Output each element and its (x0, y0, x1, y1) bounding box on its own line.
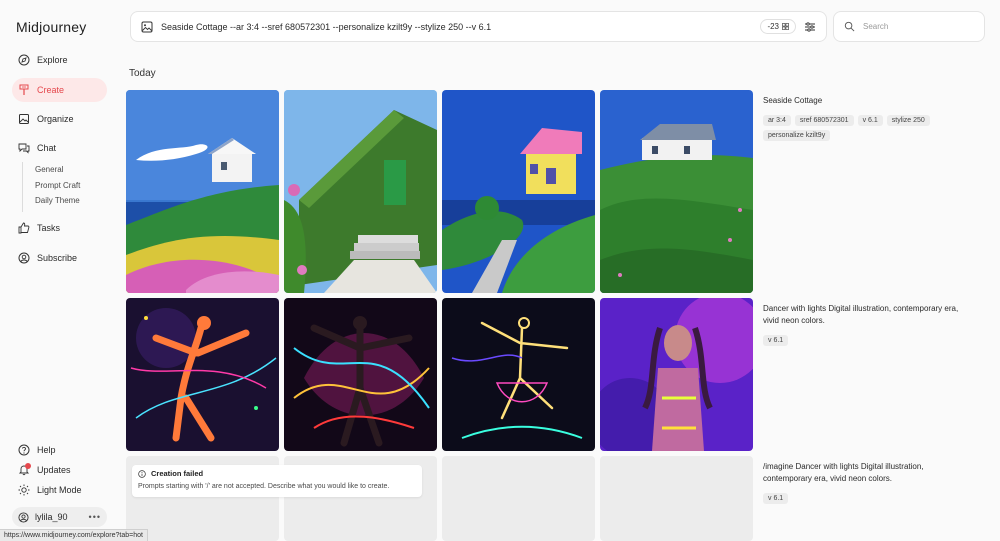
tag[interactable]: ar 3:4 (763, 115, 791, 126)
cottage-image (442, 90, 595, 293)
tag-list: v 6.1 (763, 335, 963, 346)
tag[interactable]: personalize kzilt9y (763, 130, 831, 141)
error-message: Prompts starting with '/' are not accept… (138, 483, 390, 490)
nav-tasks-label: Tasks (37, 223, 61, 233)
tag-list: v 6.1 (763, 493, 963, 504)
tag[interactable]: v 6.1 (763, 493, 789, 504)
nav-chat-label: Chat (37, 143, 57, 153)
nav-subscribe[interactable]: Subscribe (12, 246, 107, 270)
search-box[interactable] (833, 11, 985, 42)
nav-light-mode-label: Light Mode (37, 485, 82, 495)
row-title[interactable]: Seaside Cottage (763, 95, 963, 107)
chat-sub-nav: General Prompt Craft Daily Theme (22, 162, 80, 212)
nav-create[interactable]: Create (12, 78, 107, 102)
status-bar-url: https://www.midjourney.com/explore?tab=h… (0, 529, 148, 541)
image-tile[interactable] (284, 298, 437, 451)
dancer-image (126, 298, 279, 451)
image-upload-icon[interactable] (141, 21, 153, 33)
image-placeholder (442, 456, 595, 541)
dancer-image (442, 298, 595, 451)
user-circle-icon (18, 252, 30, 264)
cottage-image (284, 90, 437, 293)
dancer-image (600, 298, 753, 451)
row-meta-3: /imagine Dancer with lights Digital illu… (763, 461, 963, 504)
compass-icon (18, 54, 30, 66)
credits-counter[interactable]: -23 (760, 19, 796, 34)
info-icon (138, 469, 146, 478)
notification-badge (25, 463, 31, 469)
nav-organize[interactable]: Organize (12, 107, 107, 131)
username: lylila_90 (35, 512, 68, 522)
help-icon (18, 444, 30, 456)
nav-create-label: Create (37, 85, 65, 95)
credits-count: -23 (767, 22, 779, 31)
cottage-image (600, 90, 753, 293)
error-title: Creation failed (151, 469, 204, 478)
row-title[interactable]: /imagine Dancer with lights Digital illu… (763, 461, 963, 485)
tag[interactable]: v 6.1 (857, 115, 883, 126)
bell-icon-wrap (18, 463, 31, 476)
row-title[interactable]: Dancer with lights Digital illustration,… (763, 303, 963, 327)
sub-item-prompt-craft[interactable]: Prompt Craft (35, 178, 80, 194)
brush-icon (19, 84, 29, 95)
nav-chat[interactable]: Chat (12, 136, 107, 160)
chat-bubbles-icon (18, 143, 30, 154)
sub-item-general[interactable]: General (35, 162, 80, 178)
prompt-input-bar[interactable]: Seaside Cottage --ar 3:4 --sref 68057230… (130, 11, 827, 42)
search-input[interactable] (863, 22, 973, 31)
image-tile[interactable] (600, 90, 753, 293)
image-stack-icon (19, 114, 29, 124)
settings-sliders-icon[interactable] (804, 21, 816, 33)
nav-tasks[interactable]: Tasks (12, 216, 107, 240)
sidebar: Midjourney Explore Create Organize Chat … (0, 0, 118, 541)
sun-icon (18, 484, 30, 496)
grid-icon (782, 23, 789, 30)
nav-help-label: Help (37, 445, 56, 455)
tag-list: ar 3:4 sref 680572301 v 6.1 stylize 250 … (763, 115, 963, 141)
user-avatar-icon (18, 511, 29, 523)
nav-explore[interactable]: Explore (12, 48, 107, 72)
row-meta-1: Seaside Cottage ar 3:4 sref 680572301 v … (763, 95, 963, 141)
nav-organize-label: Organize (37, 114, 74, 124)
tag[interactable]: stylize 250 (886, 115, 930, 126)
error-header: Creation failed (138, 469, 416, 478)
user-menu[interactable]: lylila_90 ••• (12, 507, 107, 527)
nav-updates-label: Updates (37, 465, 71, 475)
row-meta-2: Dancer with lights Digital illustration,… (763, 303, 963, 346)
prompt-text[interactable]: Seaside Cottage --ar 3:4 --sref 68057230… (161, 22, 752, 32)
brand-logo[interactable]: Midjourney (16, 19, 86, 35)
image-tile[interactable] (126, 90, 279, 293)
image-tile[interactable] (442, 298, 595, 451)
image-tile[interactable] (600, 298, 753, 451)
section-title-today: Today (129, 68, 156, 79)
nav-subscribe-label: Subscribe (37, 253, 78, 263)
image-placeholder (600, 456, 753, 541)
dancer-image (284, 298, 437, 451)
thumbs-up-icon (18, 222, 30, 234)
nav-explore-label: Explore (37, 55, 68, 65)
image-tile[interactable] (442, 90, 595, 293)
tag[interactable]: v 6.1 (763, 335, 789, 346)
creation-failed-card: Creation failed Prompts starting with '/… (132, 465, 422, 497)
nav-light-mode[interactable]: Light Mode (12, 478, 107, 502)
more-options-icon[interactable]: ••• (89, 512, 101, 522)
search-icon (844, 21, 855, 32)
image-tile[interactable] (284, 90, 437, 293)
sub-item-daily-theme[interactable]: Daily Theme (35, 193, 80, 209)
image-tile[interactable] (126, 298, 279, 451)
tag[interactable]: sref 680572301 (794, 115, 854, 126)
cottage-image (126, 90, 279, 293)
